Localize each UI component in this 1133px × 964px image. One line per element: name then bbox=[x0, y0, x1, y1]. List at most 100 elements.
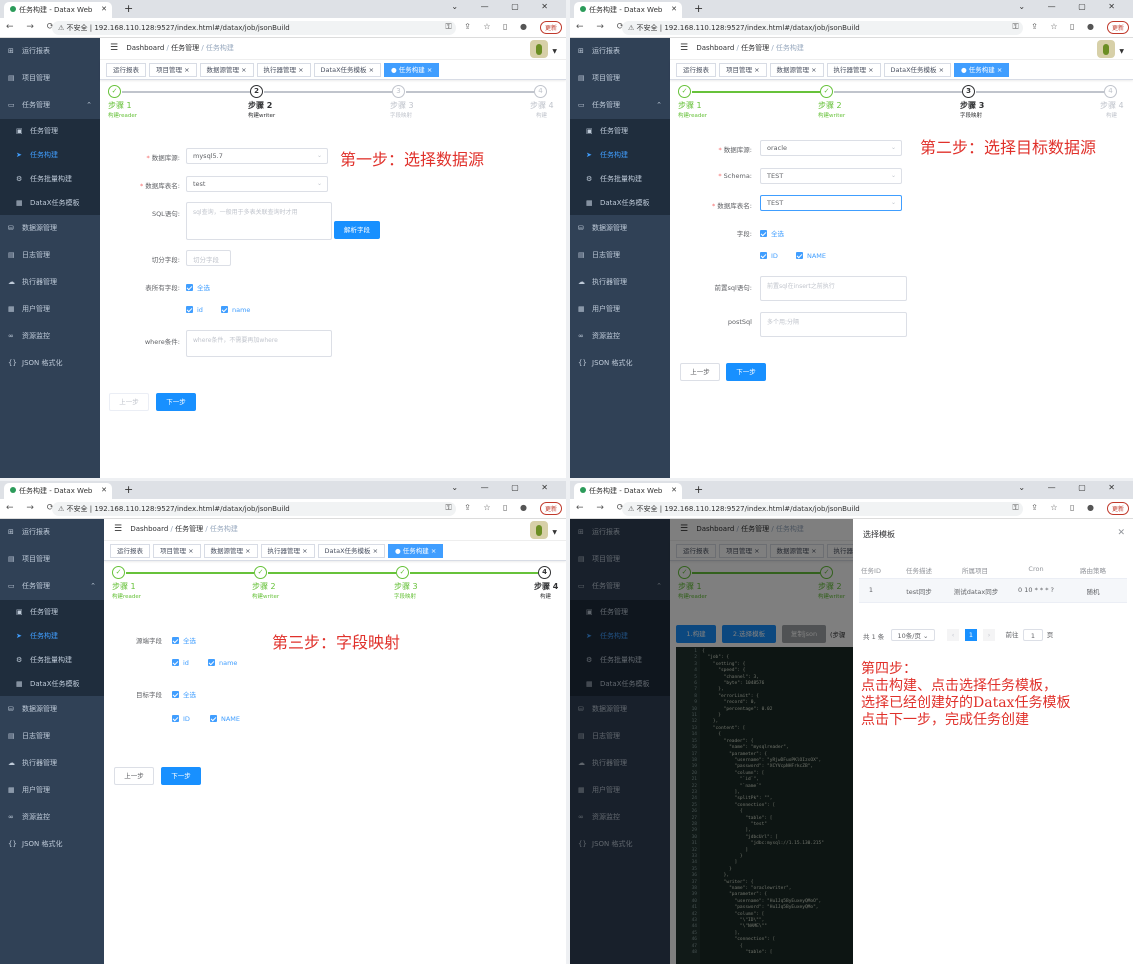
browser-tab[interactable]: 任务构建 - Datax Web ✕ bbox=[4, 2, 112, 18]
sidebar-item-monitor[interactable]: ∞资源监控 bbox=[570, 323, 670, 350]
sidebar-item-task-build[interactable]: ➤任务构建 bbox=[0, 143, 100, 167]
tag-datasource[interactable]: 数据源管理 × bbox=[199, 63, 254, 77]
sidebar-item-monitor[interactable]: ∞资源监控 bbox=[0, 804, 104, 831]
sidebar-item-report[interactable]: ⊞运行报表 bbox=[0, 519, 104, 546]
url-field[interactable]: ⚠ 不安全 | 192.168.110.128:9527/index.html#… bbox=[52, 502, 456, 516]
sidebar-item-project[interactable]: ▤项目管理 bbox=[570, 65, 670, 92]
tag-datasource[interactable]: 数据源管理 × bbox=[769, 63, 824, 77]
avatar[interactable] bbox=[530, 521, 548, 539]
url-field[interactable]: ⚠ 不安全 | 192.168.110.128:9527/index.html#… bbox=[622, 502, 1023, 516]
tag-project[interactable]: 项目管理 × bbox=[153, 544, 201, 558]
target-select-all-checkbox[interactable]: 全选 bbox=[172, 689, 196, 699]
prev-button[interactable]: 上一步 bbox=[109, 393, 149, 411]
table-row[interactable]: 1 test同步 测试datax同步 0 10 * * * ? 随机 bbox=[859, 579, 1127, 603]
postsql-textarea[interactable]: 多个用;分隔 bbox=[760, 312, 907, 337]
source-column-checkbox[interactable]: name bbox=[208, 659, 237, 667]
update-button[interactable]: 更新 bbox=[539, 502, 562, 515]
sidebar-item-batch-build[interactable]: ⚙任务批量构建 bbox=[0, 167, 100, 191]
breadcrumb-task[interactable]: 任务管理 bbox=[171, 44, 199, 52]
close-icon[interactable]: ✕ bbox=[101, 486, 107, 494]
sidebar-item-task-manage[interactable]: ▣任务管理 bbox=[570, 119, 670, 143]
toolbar-icons[interactable]: ⚿ ⇪ ☆ ▯ ● bbox=[445, 22, 532, 32]
caret-down-icon[interactable]: ▼ bbox=[552, 529, 557, 536]
tag-report[interactable]: 运行报表 bbox=[676, 63, 716, 77]
sidebar-item-template[interactable]: ▦DataX任务模板 bbox=[570, 191, 670, 215]
sidebar-item-task-manage[interactable]: ▣任务管理 bbox=[0, 119, 100, 143]
sidebar-item-json[interactable]: {}JSON 格式化 bbox=[0, 350, 100, 377]
goto-input[interactable]: 1 bbox=[1023, 629, 1043, 641]
hamburger-icon[interactable]: ☰ bbox=[110, 43, 118, 53]
sidebar-item-task-manage[interactable]: ▣任务管理 bbox=[0, 600, 104, 624]
hamburger-icon[interactable]: ☰ bbox=[680, 43, 688, 53]
close-icon[interactable]: ✕ bbox=[671, 486, 677, 494]
next-page-button[interactable]: › bbox=[983, 629, 995, 641]
target-column-checkbox[interactable]: NAME bbox=[210, 715, 240, 723]
new-tab-button[interactable]: + bbox=[124, 2, 133, 15]
page-size-select[interactable]: 10条/页 ⌄ bbox=[891, 629, 935, 641]
schema-select[interactable]: TEST ⌄ bbox=[760, 168, 902, 184]
update-button[interactable]: 更新 bbox=[539, 21, 562, 34]
close-icon[interactable]: ✕ bbox=[1117, 528, 1125, 538]
sidebar-item-project[interactable]: ▤项目管理 bbox=[0, 546, 104, 573]
target-datasource-select[interactable]: oracle ⌄ bbox=[760, 140, 902, 156]
sql-textarea[interactable]: sql查询，一般用于多表关联查询时才用 bbox=[186, 202, 332, 240]
tag-build[interactable]: ● 任务构建 × bbox=[954, 63, 1010, 77]
avatar[interactable] bbox=[1097, 40, 1115, 58]
caret-down-icon[interactable]: ▼ bbox=[552, 48, 557, 55]
column-checkbox[interactable]: name bbox=[221, 306, 250, 314]
browser-tab[interactable]: 任务构建 - Datax Web ✕ bbox=[574, 2, 682, 18]
prev-button[interactable]: 上一步 bbox=[680, 363, 720, 381]
window-controls[interactable]: ⌄ — ▢ ✕ bbox=[451, 2, 558, 11]
source-select-all-checkbox[interactable]: 全选 bbox=[172, 635, 196, 645]
caret-down-icon[interactable]: ▼ bbox=[1119, 48, 1124, 55]
sidebar-item-executor[interactable]: ☁执行器管理 bbox=[0, 750, 104, 777]
toolbar-icons[interactable]: ⚿ ⇪ ☆ ▯ ● bbox=[1012, 503, 1099, 513]
avatar[interactable] bbox=[530, 40, 548, 58]
sidebar-item-log[interactable]: ▤日志管理 bbox=[0, 242, 100, 269]
select-all-checkbox[interactable]: 全选 bbox=[186, 282, 210, 292]
next-button[interactable]: 下一步 bbox=[726, 363, 766, 381]
tag-project[interactable]: 项目管理 × bbox=[719, 63, 767, 77]
window-controls[interactable]: ⌄ — ▢ ✕ bbox=[1018, 2, 1125, 11]
sidebar-item-monitor[interactable]: ∞资源监控 bbox=[0, 323, 100, 350]
sidebar-item-user[interactable]: ▦用户管理 bbox=[0, 296, 100, 323]
prev-button[interactable]: 上一步 bbox=[114, 767, 154, 785]
sidebar-item-task-build[interactable]: ➤任务构建 bbox=[0, 624, 104, 648]
sidebar-item-report[interactable]: ⊞运行报表 bbox=[570, 38, 670, 65]
tag-build[interactable]: ● 任务构建 × bbox=[388, 544, 444, 558]
datasource-select[interactable]: mysql5.7 ⌄ bbox=[186, 148, 328, 164]
new-tab-button[interactable]: + bbox=[694, 2, 703, 15]
tag-executor[interactable]: 执行器管理 × bbox=[260, 544, 315, 558]
sidebar-item-executor[interactable]: ☁执行器管理 bbox=[0, 269, 100, 296]
close-icon[interactable]: ✕ bbox=[101, 5, 107, 13]
toolbar-icons[interactable]: ⚿ ⇪ ☆ ▯ ● bbox=[445, 503, 532, 513]
sidebar-item-user[interactable]: ▦用户管理 bbox=[0, 777, 104, 804]
new-tab-button[interactable]: + bbox=[694, 483, 703, 496]
tag-executor[interactable]: 执行器管理 × bbox=[256, 63, 311, 77]
sidebar-item-template[interactable]: ▦DataX任务模板 bbox=[0, 191, 100, 215]
target-table-select[interactable]: TEST ⌄ bbox=[760, 195, 902, 211]
tag-build[interactable]: ● 任务构建 × bbox=[384, 63, 440, 77]
tag-template[interactable]: DataX任务模板 × bbox=[317, 544, 386, 558]
sidebar-item-datasource[interactable]: ⛁数据源管理 bbox=[0, 696, 104, 723]
sidebar-item-task[interactable]: ▭任务管理⌃ bbox=[0, 573, 104, 600]
sidebar-item-datasource[interactable]: ⛁数据源管理 bbox=[570, 215, 670, 242]
sidebar-item-batch-build[interactable]: ⚙任务批量构建 bbox=[570, 167, 670, 191]
tag-datasource[interactable]: 数据源管理 × bbox=[203, 544, 258, 558]
target-column-checkbox[interactable]: ID bbox=[172, 715, 190, 723]
next-button[interactable]: 下一步 bbox=[161, 767, 201, 785]
sidebar-item-log[interactable]: ▤日志管理 bbox=[0, 723, 104, 750]
tag-project[interactable]: 项目管理 × bbox=[149, 63, 197, 77]
column-checkbox[interactable]: id bbox=[186, 306, 203, 314]
sidebar-item-task[interactable]: ▭任务管理⌃ bbox=[570, 92, 670, 119]
url-field[interactable]: ⚠ 不安全 | 192.168.110.128:9527/index.html#… bbox=[52, 21, 456, 35]
column-checkbox[interactable]: ID bbox=[760, 252, 778, 260]
presql-textarea[interactable]: 前置sql在insert之前执行 bbox=[760, 276, 907, 301]
tag-executor[interactable]: 执行器管理 × bbox=[826, 63, 881, 77]
hamburger-icon[interactable]: ☰ bbox=[114, 524, 122, 534]
new-tab-button[interactable]: + bbox=[124, 483, 133, 496]
close-icon[interactable]: ✕ bbox=[671, 5, 677, 13]
column-checkbox[interactable]: NAME bbox=[796, 252, 826, 260]
sidebar-item-task-build[interactable]: ➤任务构建 bbox=[570, 143, 670, 167]
sidebar-item-template[interactable]: ▦DataX任务模板 bbox=[0, 672, 104, 696]
